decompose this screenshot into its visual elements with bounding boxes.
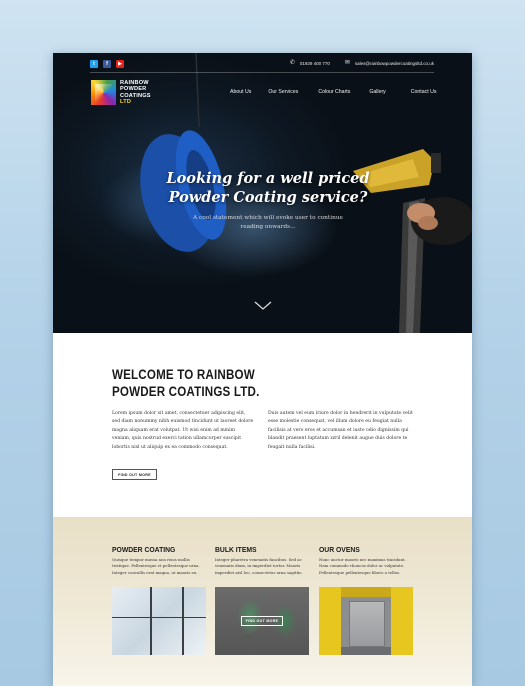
phone-icon: ✆ xyxy=(289,60,295,66)
service-title: POWDER COATING xyxy=(112,545,176,554)
logo[interactable]: RAINBOW POWDER COATINGS LTD xyxy=(91,80,151,105)
service-title: OUR OVENS xyxy=(319,545,360,554)
nav-about-us[interactable]: About Us xyxy=(230,89,251,95)
services-section: POWDER COATING Quisque tempor massa non … xyxy=(53,517,472,686)
service-powder-coating: POWDER COATING Quisque tempor massa non … xyxy=(112,545,207,576)
hero-title: Looking for a well priced Powder Coating… xyxy=(166,170,370,206)
email-address: sales@rainbowpowdercoatingsltd.co.uk xyxy=(354,61,434,66)
nav-contact-us[interactable]: Contact Us xyxy=(411,89,437,95)
service-bulk-items: BULK ITEMS Integer pharetra venenatis fa… xyxy=(215,545,310,576)
welcome-text-right: Duis autem vel eum iriure dolor in hendr… xyxy=(268,411,413,450)
nav-colour-charts[interactable]: Colour Charts xyxy=(318,89,350,95)
service-our-ovens: OUR OVENS Nunc auctor mauris nec maximus… xyxy=(319,545,414,576)
nav-gallery[interactable]: Gallery xyxy=(369,89,385,95)
service-description: Integer pharetra venenatis faucibus. Sed… xyxy=(215,557,303,575)
email-contact[interactable]: ✉ sales@rainbowpowdercoatingsltd.co.uk xyxy=(344,60,434,67)
facebook-icon[interactable]: f xyxy=(103,60,111,68)
service-title: BULK ITEMS xyxy=(215,545,257,554)
phone-contact[interactable]: ✆ 01929 400 770 xyxy=(289,60,330,67)
service-description: Quisque tempor massa non risus mollis tr… xyxy=(112,557,200,575)
hero-banner: t f ▶ ✆ 01929 400 770 ✉ sales@rainbowpow… xyxy=(53,53,472,333)
nav-our-services[interactable]: Our Services xyxy=(268,89,298,95)
phone-number: 01929 400 770 xyxy=(299,61,330,66)
welcome-text-left: Lorem ipsum dolor sit amet, consectetuer… xyxy=(112,411,254,450)
find-out-more-button[interactable]: FIND OUT MORE xyxy=(112,469,157,480)
powder-coating-image[interactable] xyxy=(112,587,206,655)
logo-text: RAINBOW POWDER COATINGS LTD xyxy=(120,80,151,105)
social-links: t f ▶ xyxy=(90,60,124,68)
ovens-image[interactable] xyxy=(319,587,413,655)
contact-info: ✆ 01929 400 770 ✉ sales@rainbowpowdercoa… xyxy=(289,60,434,67)
hero-subtitle: A cool statement which will evoke user t… xyxy=(193,215,343,230)
welcome-heading: WELCOME TO RAINBOW POWDER COATINGS LTD. xyxy=(112,367,260,399)
youtube-icon[interactable]: ▶ xyxy=(116,60,124,68)
bulk-find-out-more-button[interactable]: FIND OUT MORE xyxy=(241,616,283,626)
main-nav: About Us Our Services Colour Charts Gall… xyxy=(230,89,436,95)
bulk-items-image[interactable]: FIND OUT MORE xyxy=(215,587,309,655)
website-mockup: t f ▶ ✆ 01929 400 770 ✉ sales@rainbowpow… xyxy=(53,53,472,686)
top-bar: t f ▶ ✆ 01929 400 770 ✉ sales@rainbowpow… xyxy=(90,59,434,73)
envelope-icon: ✉ xyxy=(344,60,350,66)
service-description: Nunc auctor mauris nec maximus tincidunt… xyxy=(319,557,406,575)
twitter-icon[interactable]: t xyxy=(90,60,98,68)
chevron-down-icon[interactable] xyxy=(254,301,272,311)
rainbow-logo-icon xyxy=(91,80,116,105)
